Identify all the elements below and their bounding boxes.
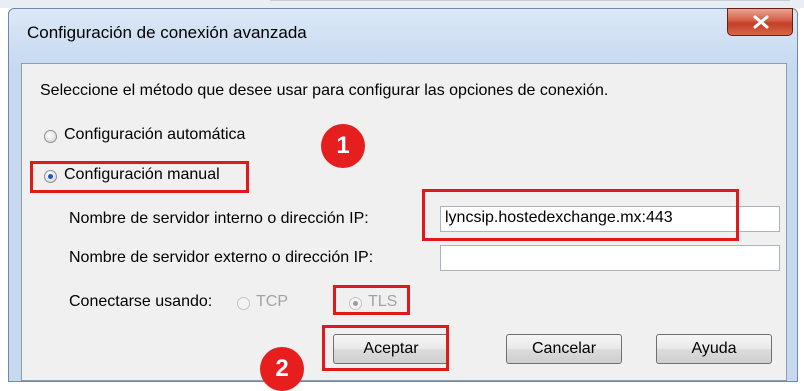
internal-server-highlight (422, 189, 739, 241)
tcp-radio[interactable] (237, 297, 250, 310)
auto-config-label[interactable]: Configuración automática (64, 126, 245, 144)
close-button[interactable] (727, 8, 793, 36)
tcp-label[interactable]: TCP (256, 293, 288, 311)
auto-config-radio[interactable] (44, 130, 57, 143)
window-title: Configuración de conexión avanzada (27, 23, 307, 42)
background-strip (0, 0, 804, 8)
external-server-input[interactable] (440, 245, 780, 271)
help-button[interactable]: Ayuda (656, 334, 772, 364)
accept-button-highlight (322, 325, 449, 371)
external-server-label: Nombre de servidor externo o dirección I… (69, 249, 374, 266)
cancel-button[interactable]: Cancelar (506, 334, 622, 364)
manual-config-highlight (30, 161, 249, 193)
step-badge-2: 2 (260, 347, 304, 391)
title-bar[interactable]: Configuración de conexión avanzada (9, 8, 797, 63)
step-badge-1: 1 (321, 124, 365, 168)
tls-highlight (333, 285, 410, 315)
internal-server-label: Nombre de servidor interno o dirección I… (69, 210, 369, 227)
close-icon (753, 15, 769, 29)
connect-using-label: Conectarse usando: (69, 293, 213, 310)
instruction-text: Seleccione el método que desee usar para… (40, 82, 609, 99)
